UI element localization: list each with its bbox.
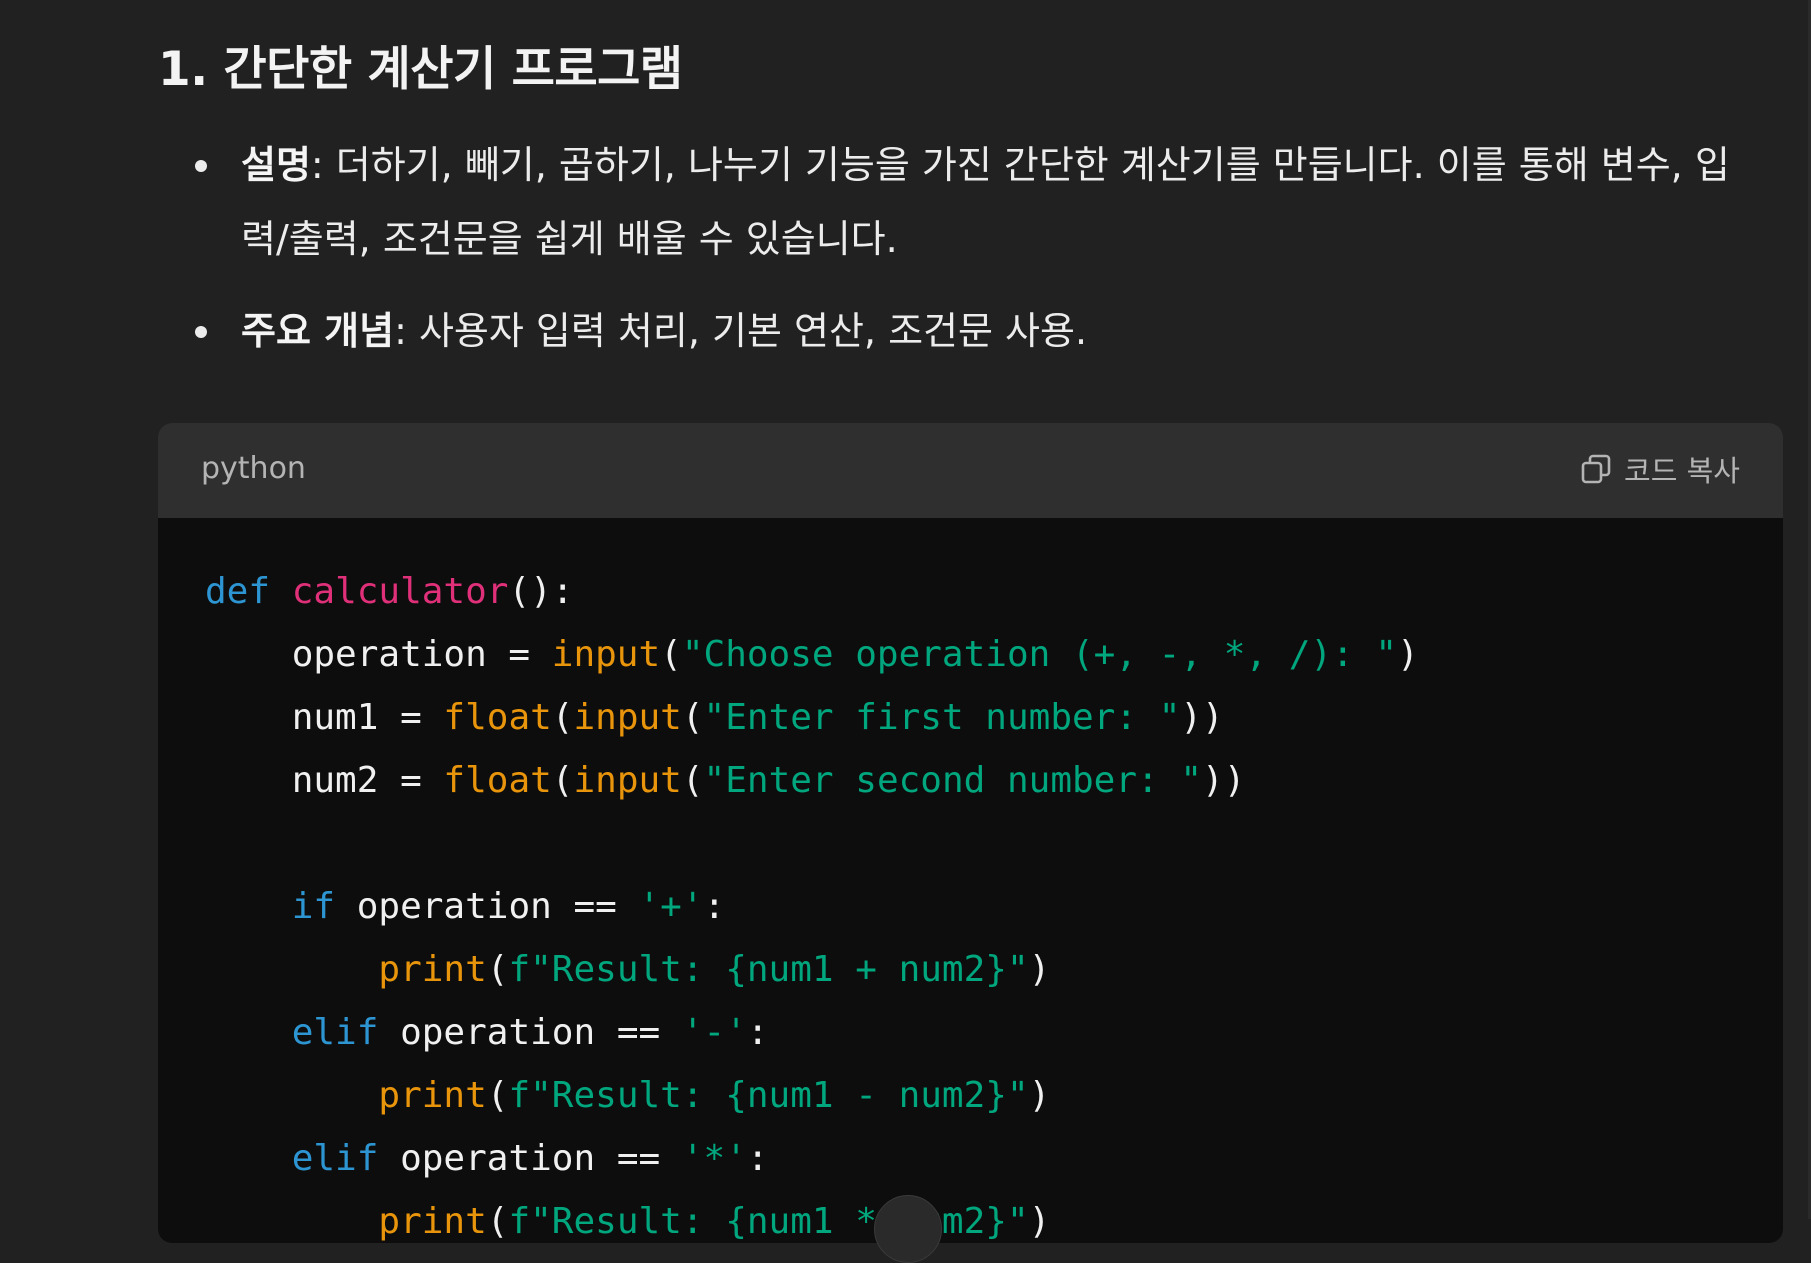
code-line: num1 = float(input("Enter first number: … xyxy=(205,697,1224,738)
code-token: def xyxy=(205,571,271,612)
code-token: input xyxy=(551,634,661,675)
code-token: "Enter second number: " xyxy=(703,760,1203,801)
code-token: ) xyxy=(1028,1075,1051,1116)
code-token: ( xyxy=(681,760,704,801)
list-item: 설명: 더하기, 빼기, 곱하기, 나누기 기능을 가진 간단한 계산기를 만듭… xyxy=(158,128,1758,276)
code-token: f"Result: {num1 + num2}" xyxy=(508,949,1029,990)
code-token: float xyxy=(443,760,552,801)
code-token: if xyxy=(291,886,336,927)
code-token: '-' xyxy=(681,1012,747,1053)
code-line: def calculator(): xyxy=(205,571,574,612)
code-token: ) xyxy=(1028,949,1051,990)
code-token: "Choose operation (+, -, *, /): " xyxy=(681,634,1398,675)
code-token: print xyxy=(378,1201,487,1242)
code-line: print(f"Result: {num1 - num2}") xyxy=(205,1075,1050,1116)
code-token: num1 = xyxy=(205,697,444,738)
code-token: ( xyxy=(660,634,682,675)
code-token: f"Result: {num1 * num2}" xyxy=(508,1201,1029,1242)
code-token: operation = xyxy=(205,634,552,675)
code-token: operation == xyxy=(335,886,639,927)
code-line: num2 = float(input("Enter second number:… xyxy=(205,760,1246,801)
code-line: operation = input("Choose operation (+, … xyxy=(205,634,1419,675)
code-token: input xyxy=(573,760,682,801)
copy-code-label: 코드 복사 xyxy=(1624,454,1740,488)
code-token: elif xyxy=(291,1138,379,1179)
code-token: '*' xyxy=(681,1138,747,1179)
code-token: operation == xyxy=(378,1138,682,1179)
copy-code-button[interactable]: 코드 복사 xyxy=(1580,447,1740,491)
bullet-list: 설명: 더하기, 빼기, 곱하기, 나누기 기능을 가진 간단한 계산기를 만듭… xyxy=(158,128,1758,386)
scroll-to-bottom-button[interactable] xyxy=(874,1195,942,1263)
code-token: num2 = xyxy=(205,760,444,801)
code-line: elif operation == '*': xyxy=(205,1138,769,1179)
code-token: input xyxy=(573,697,682,738)
copy-icon xyxy=(1580,453,1612,485)
code-line: if operation == '+': xyxy=(205,886,726,927)
code-body: def calculator(): operation = input("Cho… xyxy=(158,518,1783,1243)
code-token: f"Result: {num1 - num2}" xyxy=(508,1075,1029,1116)
section-title: 1. 간단한 계산기 프로그램 xyxy=(158,42,683,97)
bullet-dot xyxy=(195,326,207,338)
code-token: (): xyxy=(508,571,574,612)
code-token: ( xyxy=(681,697,704,738)
code-token: ( xyxy=(551,760,574,801)
code-token: calculator xyxy=(291,571,509,612)
code-line: elif operation == '-': xyxy=(205,1012,769,1053)
code-token: '+' xyxy=(638,886,704,927)
code-token: )) xyxy=(1180,697,1224,738)
code-token: )) xyxy=(1202,760,1246,801)
bullet-text: : 더하기, 빼기, 곱하기, 나누기 기능을 가진 간단한 계산기를 만듭니다… xyxy=(241,143,1730,261)
code-token: ( xyxy=(551,697,574,738)
code-token: ( xyxy=(486,1075,509,1116)
bullet-label: 설명 xyxy=(241,143,311,187)
bullet-dot xyxy=(195,160,207,172)
code-token: : xyxy=(746,1012,769,1053)
code-language-label: python xyxy=(201,451,306,486)
code-token: ( xyxy=(486,949,509,990)
code-block: python 코드 복사 def calculator(): operation… xyxy=(158,423,1783,1243)
bullet-text: : 사용자 입력 처리, 기본 연산, 조건문 사용. xyxy=(394,309,1088,353)
code-block-header: python 코드 복사 xyxy=(158,423,1783,518)
code-token: print xyxy=(378,1075,487,1116)
code-token: float xyxy=(443,697,552,738)
code-token: operation == xyxy=(378,1012,682,1053)
code-token: "Enter first number: " xyxy=(703,697,1181,738)
code-token: ( xyxy=(486,1201,509,1242)
code-token: print xyxy=(378,949,487,990)
list-item: 주요 개념: 사용자 입력 처리, 기본 연산, 조건문 사용. xyxy=(158,294,1758,368)
code-token: ) xyxy=(1397,634,1419,675)
code-token: elif xyxy=(291,1012,379,1053)
code-token: : xyxy=(746,1138,769,1179)
code-line: print(f"Result: {num1 + num2}") xyxy=(205,949,1050,990)
code-token: : xyxy=(703,886,726,927)
code-token: ) xyxy=(1028,1201,1051,1242)
bullet-label: 주요 개념 xyxy=(241,309,395,353)
